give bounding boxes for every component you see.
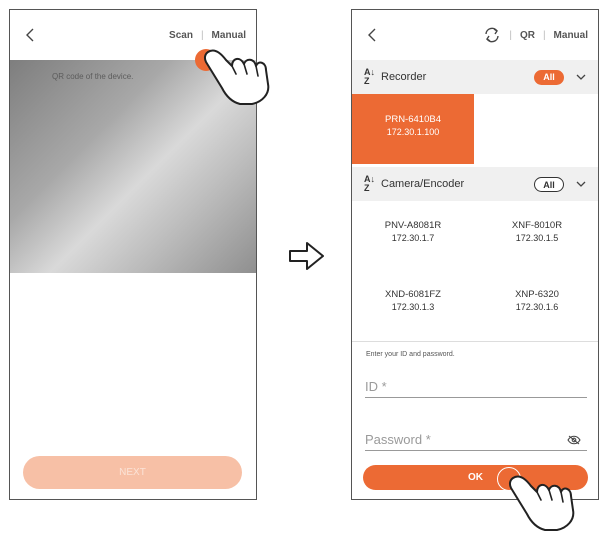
device-ip: 172.30.1.100 [386,127,440,137]
device-tile-recorder[interactable]: PRN-6410B4 172.30.1.100 [352,94,474,164]
manual-link[interactable]: Manual [554,30,588,41]
device-tile-camera[interactable]: XND-6081FZ 172.30.1.3 [352,289,474,312]
device-list-screen: | QR | Manual A↓ Z Recorder All PRN-6410B… [351,9,599,500]
recorder-section-title: Recorder [381,71,427,83]
password-placeholder: Password * [365,432,431,447]
device-tile-camera[interactable]: PNV-A8081R 172.30.1.7 [352,220,474,243]
scan-mode-links: Scan | Manual [169,30,246,41]
device-ip: 172.30.1.6 [515,302,559,312]
qr-link[interactable]: QR [520,30,535,41]
scan-hint: QR code of the device. [52,72,134,81]
chevron-down-icon[interactable] [576,180,586,188]
link-separator: | [509,29,512,41]
device-ip: 172.30.1.3 [391,302,435,312]
refresh-icon[interactable] [483,27,501,43]
pointing-hand-icon [508,475,575,531]
camera-section-header[interactable]: A↓ Z Camera/Encoder All [352,167,598,201]
camera-filter-all[interactable]: All [534,176,564,192]
scan-link[interactable]: Scan [169,30,193,41]
device-ip: 172.30.1.7 [391,233,435,243]
login-divider [352,341,598,342]
id-placeholder: ID * [365,379,387,394]
device-tile-camera[interactable]: XNP-6320 172.30.1.6 [476,289,598,312]
link-separator: | [542,29,546,41]
login-prompt: Enter your ID and password. [366,351,455,358]
chevron-left-icon[interactable] [366,28,380,42]
pointing-hand-icon [203,49,270,105]
camera-section-title: Camera/Encoder [381,178,465,190]
password-field[interactable]: Password * [365,429,587,451]
id-field[interactable]: ID * [365,376,587,398]
eye-off-icon[interactable] [567,435,581,445]
next-button[interactable]: NEXT [23,456,242,489]
chevron-left-icon[interactable] [24,28,38,42]
sort-az-icon[interactable]: A↓ Z [364,68,375,86]
sort-az-icon[interactable]: A↓ Z [364,175,375,193]
device-model: XND-6081FZ [385,289,441,300]
recorder-section-header[interactable]: A↓ Z Recorder All [352,60,598,94]
chevron-down-icon[interactable] [576,73,586,81]
manual-link[interactable]: Manual [212,30,246,41]
device-model: PRN-6410B4 [385,114,441,125]
device-model: PNV-A8081R [384,220,442,231]
device-tile-camera[interactable]: XNF-8010R 172.30.1.5 [476,220,598,243]
link-separator: | [200,30,204,41]
device-ip: 172.30.1.5 [515,233,559,243]
device-model: XNF-8010R [511,220,563,231]
recorder-filter-all[interactable]: All [534,69,564,85]
arrow-right-icon [289,242,324,270]
header-actions: | QR | Manual [483,27,588,43]
device-model: XNP-6320 [515,289,559,300]
